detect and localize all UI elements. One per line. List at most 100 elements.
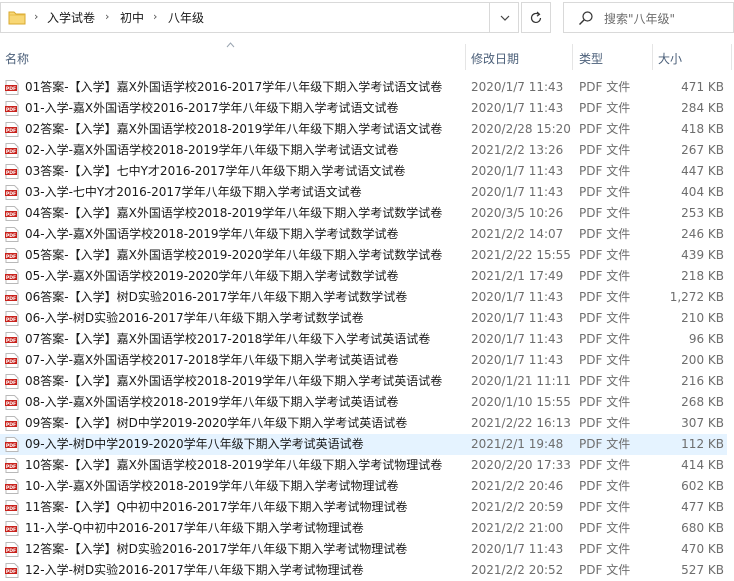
refresh-button[interactable] xyxy=(521,2,551,33)
file-name: 09-入学-树D中学2019-2020学年八年级下期入学考试英语试卷 xyxy=(25,437,364,451)
file-name: 01答案-【入学】嘉X外国语学校2016-2017学年八年级下期入学考试语文试卷 xyxy=(25,80,443,94)
folder-icon xyxy=(8,11,26,25)
file-row[interactable]: PDF 11-入学-Q中初中2016-2017学年八年级下期入学考试物理试卷 202… xyxy=(0,518,727,539)
file-date: 2021/2/2 13:26 xyxy=(471,143,564,157)
file-name: 11-入学-Q中初中2016-2017学年八年级下期入学考试物理试卷 xyxy=(25,521,364,535)
file-date: 2021/2/22 15:55 xyxy=(471,248,571,262)
file-size: 470 KB xyxy=(681,542,724,556)
file-row[interactable]: PDF 12答案-【入学】树D实验2016-2017学年八年级下期入学考试物理试卷… xyxy=(0,539,727,560)
pdf-file-icon: PDF xyxy=(5,395,19,410)
pdf-file-icon: PDF xyxy=(5,80,19,95)
search-box[interactable]: 搜索"八年级" xyxy=(563,2,734,33)
search-input[interactable]: 搜索"八年级" xyxy=(604,10,675,27)
file-row[interactable]: PDF 12-入学-树D实验2016-2017学年八年级下期入学考试物理试卷 202… xyxy=(0,560,727,581)
file-row[interactable]: PDF 05-入学-嘉X外国语学校2019-2020学年八年级下期入学考试数学试卷… xyxy=(0,266,727,287)
column-resize-handle[interactable] xyxy=(731,44,732,70)
file-row[interactable]: PDF 08答案-【入学】嘉X外国语学校2018-2019学年八年级下期入学考试英… xyxy=(0,371,727,392)
file-row[interactable]: PDF 04-入学-嘉X外国语学校2018-2019学年八年级下期入学考试数学试卷… xyxy=(0,224,727,245)
file-size: 200 KB xyxy=(681,353,724,367)
file-name: 04-入学-嘉X外国语学校2018-2019学年八年级下期入学考试数学试卷 xyxy=(25,227,399,241)
pdf-file-icon: PDF xyxy=(5,416,19,431)
pdf-file-icon: PDF xyxy=(5,521,19,536)
file-date: 2020/1/10 15:55 xyxy=(471,395,571,409)
file-row[interactable]: PDF 09-入学-树D中学2019-2020学年八年级下期入学考试英语试卷 202… xyxy=(0,434,727,455)
breadcrumb-separator-icon[interactable]: › xyxy=(153,10,157,23)
svg-text:PDF: PDF xyxy=(6,275,16,281)
file-row[interactable]: PDF 10答案-【入学】嘉X外国语学校2018-2019学年八年级下期入学考试物… xyxy=(0,455,727,476)
file-type: PDF 文件 xyxy=(579,479,631,493)
file-name: 10-入学-嘉X外国语学校2018-2019学年八年级下期入学考试物理试卷 xyxy=(25,479,399,493)
file-type: PDF 文件 xyxy=(579,395,631,409)
svg-text:PDF: PDF xyxy=(6,569,16,575)
pdf-file-icon: PDF xyxy=(5,374,19,389)
pdf-file-icon: PDF xyxy=(5,563,19,578)
column-header-name[interactable]: 名称 xyxy=(5,50,29,67)
sort-ascending-icon xyxy=(226,42,235,48)
file-type: PDF 文件 xyxy=(579,143,631,157)
svg-text:PDF: PDF xyxy=(6,359,16,365)
file-row[interactable]: PDF 01-入学-嘉X外国语学校2016-2017学年八年级下期入学考试语文试卷… xyxy=(0,98,727,119)
file-row[interactable]: PDF 07-入学-嘉X外国语学校2017-2018学年八年级下期入学考试英语试卷… xyxy=(0,350,727,371)
file-type: PDF 文件 xyxy=(579,458,631,472)
file-row[interactable]: PDF 07答案-【入学】嘉X外国语学校2017-2018学年八年级下入学考试英语… xyxy=(0,329,727,350)
file-row[interactable]: PDF 09答案-【入学】树D中学2019-2020学年八年级下期入学考试英语试卷… xyxy=(0,413,727,434)
file-date: 2020/1/7 11:43 xyxy=(471,353,564,367)
file-type: PDF 文件 xyxy=(579,521,631,535)
file-type: PDF 文件 xyxy=(579,248,631,262)
file-name: 07-入学-嘉X外国语学校2017-2018学年八年级下期入学考试英语试卷 xyxy=(25,353,399,367)
column-resize-handle[interactable] xyxy=(652,44,653,70)
column-header-size[interactable]: 大小 xyxy=(658,50,682,67)
file-date: 2020/2/20 17:33 xyxy=(471,458,571,472)
column-header-row: 名称 修改日期 类型 大小 xyxy=(0,42,734,72)
file-type: PDF 文件 xyxy=(579,500,631,514)
file-size: 216 KB xyxy=(681,374,724,388)
column-header-type[interactable]: 类型 xyxy=(579,50,603,67)
file-type: PDF 文件 xyxy=(579,185,631,199)
file-size: 447 KB xyxy=(681,164,724,178)
file-row[interactable]: PDF 02-入学-嘉X外国语学校2018-2019学年八年级下期入学考试语文试卷… xyxy=(0,140,727,161)
breadcrumb-item-3[interactable]: 八年级 xyxy=(168,9,204,26)
file-size: 246 KB xyxy=(681,227,724,241)
file-row[interactable]: PDF 10-入学-嘉X外国语学校2018-2019学年八年级下期入学考试物理试卷… xyxy=(0,476,727,497)
file-row[interactable]: PDF 01答案-【入学】嘉X外国语学校2016-2017学年八年级下期入学考试语… xyxy=(0,77,727,98)
file-name: 06答案-【入学】树D实验2016-2017学年八年级下期入学考试数学试卷 xyxy=(25,290,408,304)
column-resize-handle[interactable] xyxy=(572,44,573,70)
svg-text:PDF: PDF xyxy=(6,212,16,218)
pdf-file-icon: PDF xyxy=(5,290,19,305)
file-row[interactable]: PDF 05答案-【入学】嘉X外国语学校2019-2020学年八年级下期入学考试数… xyxy=(0,245,727,266)
file-row[interactable]: PDF 02答案-【入学】嘉X外国语学校2018-2019学年八年级下期入学考试语… xyxy=(0,119,727,140)
svg-text:PDF: PDF xyxy=(6,485,16,491)
file-row[interactable]: PDF 11答案-【入学】Q中初中2016-2017学年八年级下期入学考试物理试卷… xyxy=(0,497,727,518)
file-row[interactable]: PDF 03答案-【入学】七中Y才2016-2017学年八年级下期入学考试语文试卷… xyxy=(0,161,727,182)
file-name: 03答案-【入学】七中Y才2016-2017学年八年级下期入学考试语文试卷 xyxy=(25,164,406,178)
file-type: PDF 文件 xyxy=(579,416,631,430)
file-row[interactable]: PDF 08-入学-嘉X外国语学校2018-2019学年八年级下期入学考试英语试卷… xyxy=(0,392,727,413)
file-date: 2020/1/7 11:43 xyxy=(471,290,564,304)
address-dropdown-button[interactable] xyxy=(489,3,519,32)
file-size: 218 KB xyxy=(681,269,724,283)
pdf-file-icon: PDF xyxy=(5,500,19,515)
file-size: 680 KB xyxy=(681,521,724,535)
breadcrumb-item-1[interactable]: 入学试卷 xyxy=(47,9,95,26)
file-name: 07答案-【入学】嘉X外国语学校2017-2018学年八年级下入学考试英语试卷 xyxy=(25,332,431,346)
pdf-file-icon: PDF xyxy=(5,185,19,200)
file-row[interactable]: PDF 03-入学-七中Y才2016-2017学年八年级下期入学考试语文试卷 202… xyxy=(0,182,727,203)
file-row[interactable]: PDF 06-入学-树D实验2016-2017学年八年级下期入学考试数学试卷 202… xyxy=(0,308,727,329)
file-date: 2020/1/7 11:43 xyxy=(471,185,564,199)
file-date: 2020/1/7 11:43 xyxy=(471,101,564,115)
file-size: 112 KB xyxy=(681,437,724,451)
breadcrumb-separator-icon[interactable]: › xyxy=(34,10,38,23)
search-icon xyxy=(579,11,593,25)
file-size: 284 KB xyxy=(681,101,724,115)
column-resize-handle[interactable] xyxy=(465,44,466,70)
svg-text:PDF: PDF xyxy=(6,233,16,239)
address-bar[interactable]: › 入学试卷 › 初中 › 八年级 xyxy=(0,2,519,33)
file-date: 2021/2/2 21:00 xyxy=(471,521,564,535)
file-row[interactable]: PDF 04答案-【入学】嘉X外国语学校2018-2019学年八年级下期入学考试数… xyxy=(0,203,727,224)
breadcrumb-item-2[interactable]: 初中 xyxy=(120,9,144,26)
file-size: 96 KB xyxy=(688,332,724,346)
pdf-file-icon: PDF xyxy=(5,437,19,452)
column-header-date[interactable]: 修改日期 xyxy=(471,50,519,67)
breadcrumb-separator-icon[interactable]: › xyxy=(105,10,109,23)
file-row[interactable]: PDF 06答案-【入学】树D实验2016-2017学年八年级下期入学考试数学试卷… xyxy=(0,287,727,308)
